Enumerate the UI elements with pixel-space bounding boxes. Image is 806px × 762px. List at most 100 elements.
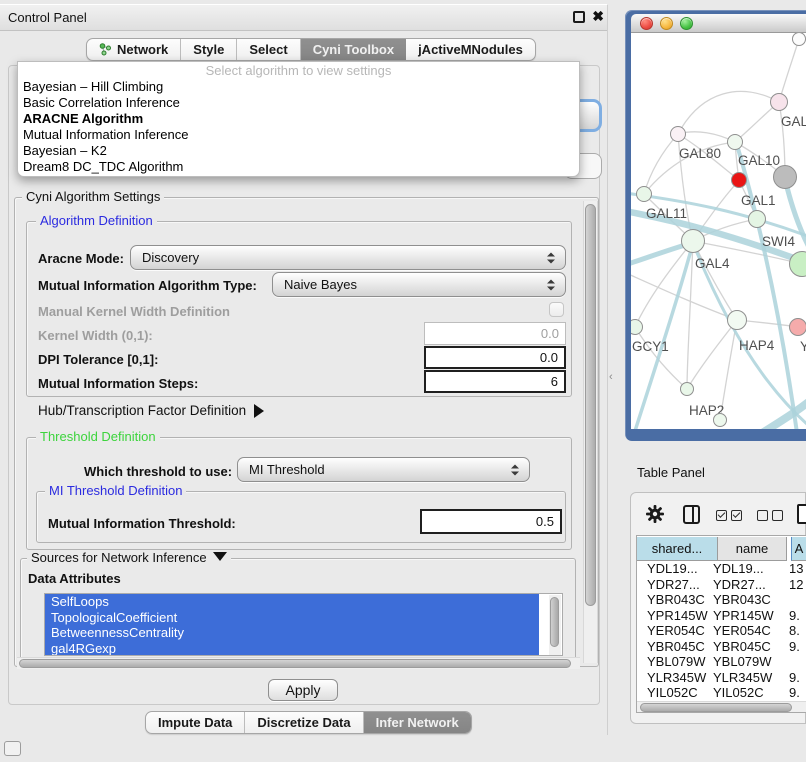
node-table: shared... name A YDL19...YDL19...13YDR27…: [636, 535, 806, 713]
tab-style[interactable]: Style: [181, 39, 237, 60]
table-row[interactable]: YER054CYER054C8.: [637, 623, 806, 639]
algorithm-option[interactable]: Bayesian – Hill Climbing: [18, 79, 579, 95]
cyni-algorithm-settings-title: Cyni Algorithm Settings: [22, 189, 164, 204]
network-node-gal1[interactable]: [748, 210, 766, 228]
mi-steps-label: Mutual Information Steps:: [38, 376, 198, 391]
aracne-mode-combobox[interactable]: Discovery: [130, 245, 566, 270]
export-table-icon[interactable]: [797, 504, 806, 524]
network-node-label: HAP4: [739, 338, 774, 353]
network-node[interactable]: [731, 172, 747, 188]
control-panel-window: Control Panel ✖ Network Style Select Cyn…: [0, 4, 608, 735]
network-node-gal80[interactable]: [670, 126, 686, 142]
dpi-tolerance-field[interactable]: 0.0: [424, 346, 566, 369]
data-attribute-item[interactable]: TopologicalCoefficient: [45, 610, 539, 626]
network-node-gal10[interactable]: [727, 134, 743, 150]
column-header-name[interactable]: name: [718, 537, 787, 561]
network-node-gal11[interactable]: [636, 186, 652, 202]
settings-vertical-scrollbar[interactable]: [583, 201, 598, 663]
attributes-scrollbar-thumb[interactable]: [550, 597, 559, 647]
table-row[interactable]: YPR145WYPR145W9.: [637, 608, 806, 624]
table-row[interactable]: YBR043CYBR043C: [637, 592, 806, 608]
algorithm-dropdown-items: Bayesian – Hill ClimbingBasic Correlatio…: [18, 79, 579, 175]
network-node-hap4[interactable]: [727, 310, 747, 330]
float-window-icon[interactable]: [573, 11, 585, 23]
table-row[interactable]: YDR27...YDR27...12: [637, 577, 806, 593]
table-row[interactable]: YLR345WYLR345W9.: [637, 670, 806, 686]
algorithm-option[interactable]: Basic Correlation Inference: [18, 95, 579, 111]
network-node-gal4[interactable]: [681, 229, 705, 253]
tab-cyni-toolbox[interactable]: Cyni Toolbox: [301, 39, 406, 60]
network-node[interactable]: [792, 33, 806, 46]
algorithm-option[interactable]: ARACNE Algorithm: [18, 111, 579, 127]
tab-discretize-data[interactable]: Discretize Data: [245, 712, 363, 733]
mi-algorithm-type-combobox[interactable]: Naive Bayes: [272, 272, 566, 297]
control-panel-title: Control Panel: [8, 10, 87, 25]
tab-infer-network[interactable]: Infer Network: [364, 712, 471, 733]
close-icon[interactable]: ✖: [592, 8, 604, 25]
table-cell: 9.: [789, 639, 800, 655]
settings-vertical-scrollbar-thumb[interactable]: [585, 204, 596, 606]
kernel-width-field[interactable]: 0.0: [424, 322, 566, 345]
table-horizontal-scrollbar-thumb[interactable]: [640, 703, 792, 712]
manual-kernel-width-checkbox[interactable]: [549, 302, 564, 317]
apply-button[interactable]: Apply: [268, 679, 338, 701]
data-attribute-item[interactable]: SelfLoops: [45, 594, 539, 610]
mac-zoom-button[interactable]: [680, 17, 693, 30]
collapse-down-arrow-icon[interactable]: [213, 552, 227, 561]
manual-kernel-width-label: Manual Kernel Width Definition: [38, 304, 230, 319]
network-node-gal[interactable]: [770, 93, 788, 111]
network-node-swi4[interactable]: [789, 251, 806, 277]
tab-select[interactable]: Select: [237, 39, 300, 60]
tab-network[interactable]: Network: [87, 39, 181, 60]
mi-algorithm-type-label: Mutual Information Algorithm Type:: [38, 278, 257, 293]
column-header-third[interactable]: A: [791, 537, 806, 561]
sources-title[interactable]: Sources for Network Inference: [27, 550, 231, 565]
network-node[interactable]: [773, 165, 797, 189]
tab-impute-data[interactable]: Impute Data: [146, 712, 245, 733]
settings-horizontal-scrollbar[interactable]: [17, 657, 580, 669]
algorithm-option[interactable]: Mutual Information Inference: [18, 127, 579, 143]
network-node-gcy1[interactable]: [631, 319, 643, 335]
gear-icon[interactable]: [645, 504, 665, 524]
network-canvas[interactable]: GALGAL80GAL10GAL1GAL11SWI4GAL4GCY1HAP4YH…: [631, 33, 806, 429]
network-node[interactable]: [713, 413, 727, 427]
network-node-label: GCY1: [632, 339, 669, 354]
table-row[interactable]: YIL052CYIL052C9.: [637, 685, 806, 701]
select-all-columns-icon[interactable]: [716, 510, 742, 521]
table-row[interactable]: YDL19...YDL19...13: [637, 561, 806, 577]
table-row[interactable]: YBR045CYBR045C9.: [637, 639, 806, 655]
algorithm-option[interactable]: Bayesian – K2: [18, 143, 579, 159]
expand-right-arrow-icon[interactable]: [254, 404, 264, 418]
attributes-scrollbar[interactable]: [549, 595, 561, 656]
table-cell: YBL079W: [647, 654, 706, 670]
deselect-all-columns-icon[interactable]: [757, 510, 783, 521]
mac-minimize-button[interactable]: [660, 17, 673, 30]
combobox-arrows-icon: [547, 252, 555, 263]
table-row[interactable]: YBL079WYBL079W: [637, 654, 806, 670]
table-cell: YDR27...: [713, 577, 766, 593]
panel-splitter-handle[interactable]: ‹: [609, 371, 613, 383]
column-header-shared-name[interactable]: shared...: [637, 537, 718, 561]
tab-jactivemnodules[interactable]: jActiveMNodules: [406, 39, 535, 60]
network-node-hap2[interactable]: [680, 382, 694, 396]
mac-close-button[interactable]: [640, 17, 653, 30]
which-threshold-combobox[interactable]: MI Threshold: [237, 457, 530, 482]
data-attribute-item[interactable]: gal4RGexp: [45, 641, 539, 657]
mi-threshold-field[interactable]: 0.5: [420, 509, 562, 534]
network-node-y[interactable]: [789, 318, 806, 336]
table-cell: YBR045C: [713, 639, 771, 655]
kernel-width-label: Kernel Width (0,1):: [38, 328, 153, 343]
data-attributes-label: Data Attributes: [28, 571, 121, 586]
algorithm-option[interactable]: Dream8 DC_TDC Algorithm: [18, 159, 579, 175]
settings-horizontal-scrollbar-thumb[interactable]: [19, 659, 571, 668]
stray-panel-button[interactable]: [4, 741, 21, 756]
table-horizontal-scrollbar[interactable]: [637, 701, 806, 713]
hub-transcription-section[interactable]: Hub/Transcription Factor Definition: [38, 403, 264, 418]
table-cell: YPR145W: [713, 608, 774, 624]
data-attribute-item[interactable]: BetweennessCentrality: [45, 625, 539, 641]
show-columns-icon[interactable]: [683, 505, 700, 524]
data-attributes-list[interactable]: SelfLoopsTopologicalCoefficientBetweenne…: [44, 593, 563, 656]
network-window-titlebar[interactable]: [631, 14, 806, 33]
which-threshold-value: MI Threshold: [249, 462, 325, 477]
mi-steps-field[interactable]: 6: [424, 370, 566, 393]
